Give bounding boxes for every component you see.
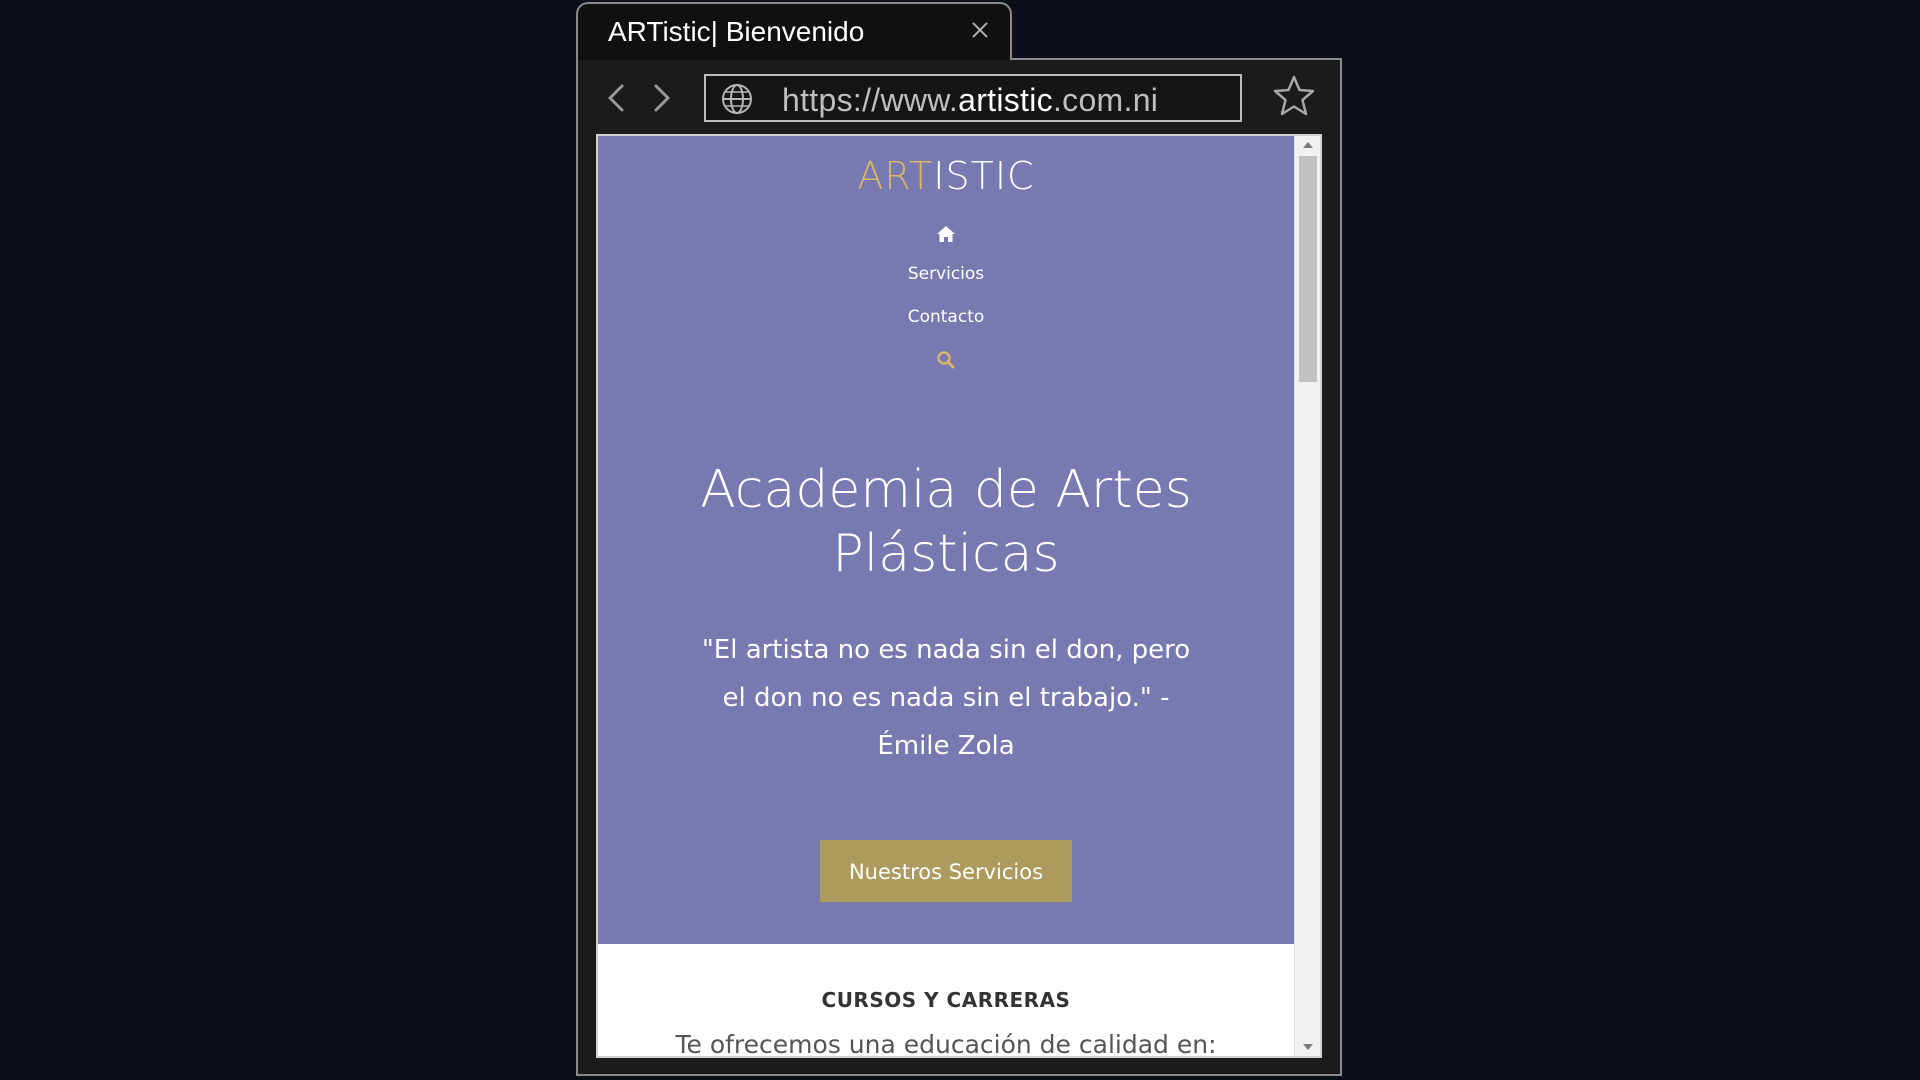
search-icon[interactable] [936,350,956,370]
site-logo[interactable]: ARTISTIC [598,154,1294,198]
logo-accent: ART [857,154,934,198]
logo-rest: ISTIC [933,154,1035,198]
hero-title-line-1: Academia de Artes [700,460,1192,520]
quote-line-3: Émile Zola [877,731,1015,761]
url-prefix: https://www. [782,82,959,118]
close-icon[interactable] [968,18,992,42]
url-domain: artistic [958,82,1053,118]
hero-title: Academia de Artes Plásticas [658,458,1234,586]
chevron-right-icon[interactable] [644,78,680,118]
globe-icon [722,84,752,114]
quote-line-1: "El artista no es nada sin el don, pero [701,635,1191,665]
url-suffix: .com.ni [1052,82,1159,118]
section-title: CURSOS Y CARRERAS [821,988,1071,1012]
scrollbar-thumb[interactable] [1299,156,1317,382]
address-bar[interactable]: https://www.artistic.com.ni [704,74,1242,122]
hero-quote: "El artista no es nada sin el don, pero … [678,626,1214,770]
nav-item-contacto[interactable]: Contacto [598,307,1294,327]
url-text: https://www.artistic.com.ni [782,82,1158,119]
browser-tab[interactable]: ARTistic| Bienvenido [576,2,1012,60]
scroll-down-arrow-icon[interactable] [1303,1044,1313,1050]
star-icon[interactable] [1270,72,1318,120]
browser-window: https://www.artistic.com.ni ARTISTIC Ser… [576,58,1342,1076]
section-subtitle: Te ofrecemos una educación de calidad en… [675,1030,1217,1058]
vertical-scrollbar[interactable] [1294,136,1320,1056]
home-icon[interactable] [936,224,956,244]
hero-title-line-2: Plásticas [832,524,1060,584]
chevron-left-icon[interactable] [598,78,634,118]
nav-item-servicios[interactable]: Servicios [598,264,1294,284]
tab-title: ARTistic| Bienvenido [608,16,865,47]
quote-line-2: el don no es nada sin el trabajo." - [722,683,1170,713]
hero-section: ARTISTIC Servicios Contacto Academia de … [598,136,1294,944]
page-viewport: ARTISTIC Servicios Contacto Academia de … [596,134,1322,1058]
nuestros-servicios-button[interactable]: Nuestros Servicios [820,840,1072,902]
scroll-up-arrow-icon[interactable] [1303,142,1313,148]
